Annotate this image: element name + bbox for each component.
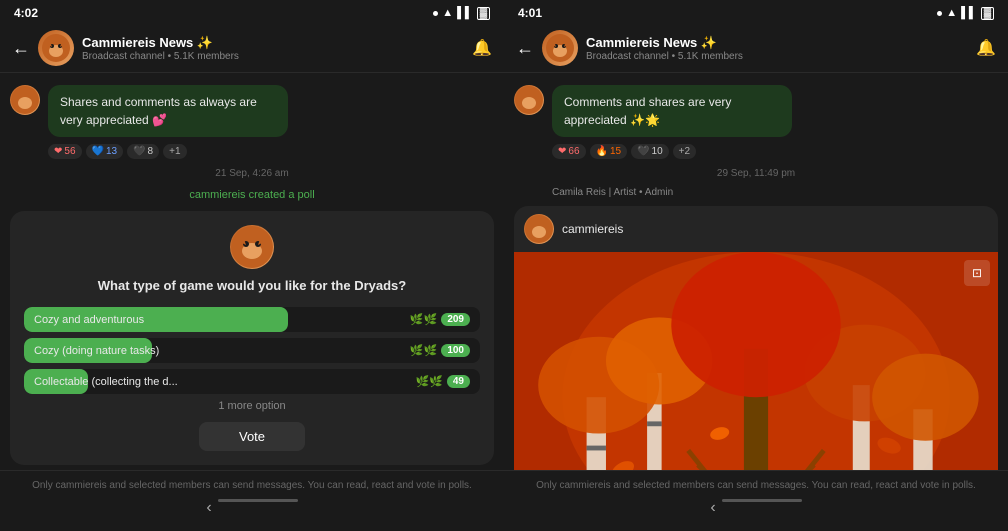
message-text-1: Shares and comments as always are very a…	[60, 95, 257, 127]
wifi-icon-right: ▲	[946, 7, 957, 19]
reactions-1: ❤ 56 💙 13 🖤 8 +1	[0, 141, 504, 162]
post-card-header: cammiereis	[514, 206, 998, 252]
reaction-plus[interactable]: +1	[163, 144, 186, 159]
option-votes-1: 209	[441, 313, 470, 326]
back-button-left[interactable]: ←	[12, 38, 30, 59]
left-panel: 4:02 ▲ ▌▌ ▓ ← Cammiereis News ✨ Broadcas…	[0, 0, 504, 531]
timestamp-1: 21 Sep, 4:26 am	[0, 162, 504, 185]
option-label-2: Cozy (doing nature tasks)	[34, 345, 159, 357]
time-right: 4:01	[518, 6, 542, 20]
battery-icon-right: ▓	[981, 7, 994, 20]
reaction-fire-right[interactable]: 🔥 15	[590, 144, 628, 159]
bell-icon-right[interactable]: 🔔	[976, 38, 996, 58]
creator-label: cammiereis created a poll	[0, 185, 504, 205]
content-left: Shares and comments as always are very a…	[0, 73, 504, 470]
poll-option-1[interactable]: Cozy and adventurous 🌿🌿 209	[24, 307, 480, 332]
wifi-icon: ▲	[442, 7, 453, 19]
status-icons-right: ▲ ▌▌ ▓	[937, 7, 994, 20]
channel-name-left: Cammiereis News ✨	[82, 35, 472, 51]
option-label-3: Collectable (collecting the d...	[34, 376, 178, 388]
content-right: Comments and shares are very appreciated…	[504, 73, 1008, 470]
right-panel: 4:01 ▲ ▌▌ ▓ ← Cammiereis News ✨ Broadcas…	[504, 0, 1008, 531]
post-image: ⊡ ❯	[514, 252, 998, 470]
timestamp-right-1: 29 Sep, 11:49 pm	[504, 162, 1008, 185]
signal-dot	[433, 11, 438, 16]
message-bubble-1: Shares and comments as always are very a…	[48, 85, 288, 137]
nav-line-left	[218, 499, 298, 502]
signal-bars-right: ▌▌	[961, 7, 977, 19]
channel-avatar-left	[38, 30, 74, 66]
post-card: cammiereis	[514, 206, 998, 470]
message-row-right-1: Comments and shares are very appreciated…	[504, 81, 1008, 141]
bottom-bar-right: Only cammiereis and selected members can…	[504, 470, 1008, 531]
reaction-black-heart-right[interactable]: 🖤 10	[631, 144, 669, 159]
reaction-heart-right[interactable]: ❤ 66	[552, 144, 586, 159]
signal-dot-right	[937, 11, 942, 16]
channel-info-right: Cammiereis News ✨ Broadcast channel • 5.…	[586, 35, 976, 62]
reaction-blue-heart[interactable]: 💙 13	[86, 144, 124, 159]
reaction-plus-right[interactable]: +2	[673, 144, 696, 159]
nav-chevron-left: ‹	[206, 499, 211, 517]
channel-name-right: Cammiereis News ✨	[586, 35, 976, 51]
poll-question: What type of game would you like for the…	[24, 277, 480, 295]
channel-sub-left: Broadcast channel • 5.1K members	[82, 51, 472, 62]
poll-avatar	[230, 225, 274, 269]
back-button-right[interactable]: ←	[516, 38, 534, 59]
signal-bars: ▌▌	[457, 7, 473, 19]
battery-icon: ▓	[477, 7, 490, 20]
channel-sub-right: Broadcast channel • 5.1K members	[586, 51, 976, 62]
footer-note-left: Only cammiereis and selected members can…	[12, 479, 492, 493]
option-votes-2: 100	[441, 344, 470, 357]
time-left: 4:02	[14, 6, 38, 20]
option-emojis-1: 🌿🌿	[410, 313, 437, 326]
reactions-right-1: ❤ 66 🔥 15 🖤 10 +2	[504, 141, 1008, 162]
status-bar-right: 4:01 ▲ ▌▌ ▓	[504, 0, 1008, 24]
status-bar-left: 4:02 ▲ ▌▌ ▓	[0, 0, 504, 24]
more-option: 1 more option	[24, 400, 480, 412]
option-emojis-2: 🌿🌿	[410, 344, 437, 357]
message-row-1: Shares and comments as always are very a…	[0, 81, 504, 141]
option-label-1: Cozy and adventurous	[34, 314, 144, 326]
option-votes-3: 49	[447, 375, 470, 388]
nav-chevron-right: ‹	[710, 499, 715, 517]
channel-header-left: ← Cammiereis News ✨ Broadcast channel • …	[0, 24, 504, 73]
msg-avatar-1	[10, 85, 40, 115]
nav-bottom-left: ‹	[12, 493, 492, 523]
vote-button[interactable]: Vote	[199, 422, 305, 451]
author-label: Camila Reis | Artist • Admin	[552, 187, 673, 198]
status-icons-left: ▲ ▌▌ ▓	[433, 7, 490, 20]
fox-icon-left	[41, 33, 71, 63]
message-bubble-right-1: Comments and shares are very appreciated…	[552, 85, 792, 137]
reaction-heart[interactable]: ❤ 56	[48, 144, 82, 159]
post-avatar	[524, 214, 554, 244]
option-emojis-3: 🌿🌿	[415, 375, 442, 388]
post-username: cammiereis	[562, 222, 623, 236]
poll-option-3[interactable]: Collectable (collecting the d... 🌿🌿 49	[24, 369, 480, 394]
channel-header-right: ← Cammiereis News ✨ Broadcast channel • …	[504, 24, 1008, 73]
channel-info-left: Cammiereis News ✨ Broadcast channel • 5.…	[82, 35, 472, 62]
poll-card: What type of game would you like for the…	[10, 211, 494, 465]
reaction-black-heart[interactable]: 🖤 8	[127, 144, 159, 159]
bookmark-corner-btn[interactable]: ⊡	[964, 260, 990, 286]
msg-avatar-right-1	[514, 85, 544, 115]
bottom-bar-left: Only cammiereis and selected members can…	[0, 470, 504, 531]
channel-avatar-right	[542, 30, 578, 66]
artwork-svg	[514, 252, 998, 470]
message-text-right-1: Comments and shares are very appreciated…	[564, 95, 731, 127]
poll-option-2[interactable]: Cozy (doing nature tasks) 🌿🌿 100	[24, 338, 480, 363]
nav-line-right	[722, 499, 802, 502]
footer-note-right: Only cammiereis and selected members can…	[516, 479, 996, 493]
nav-bottom-right: ‹	[516, 493, 996, 523]
bell-icon-left[interactable]: 🔔	[472, 38, 492, 58]
author-admin-row: Camila Reis | Artist • Admin	[504, 185, 1008, 200]
